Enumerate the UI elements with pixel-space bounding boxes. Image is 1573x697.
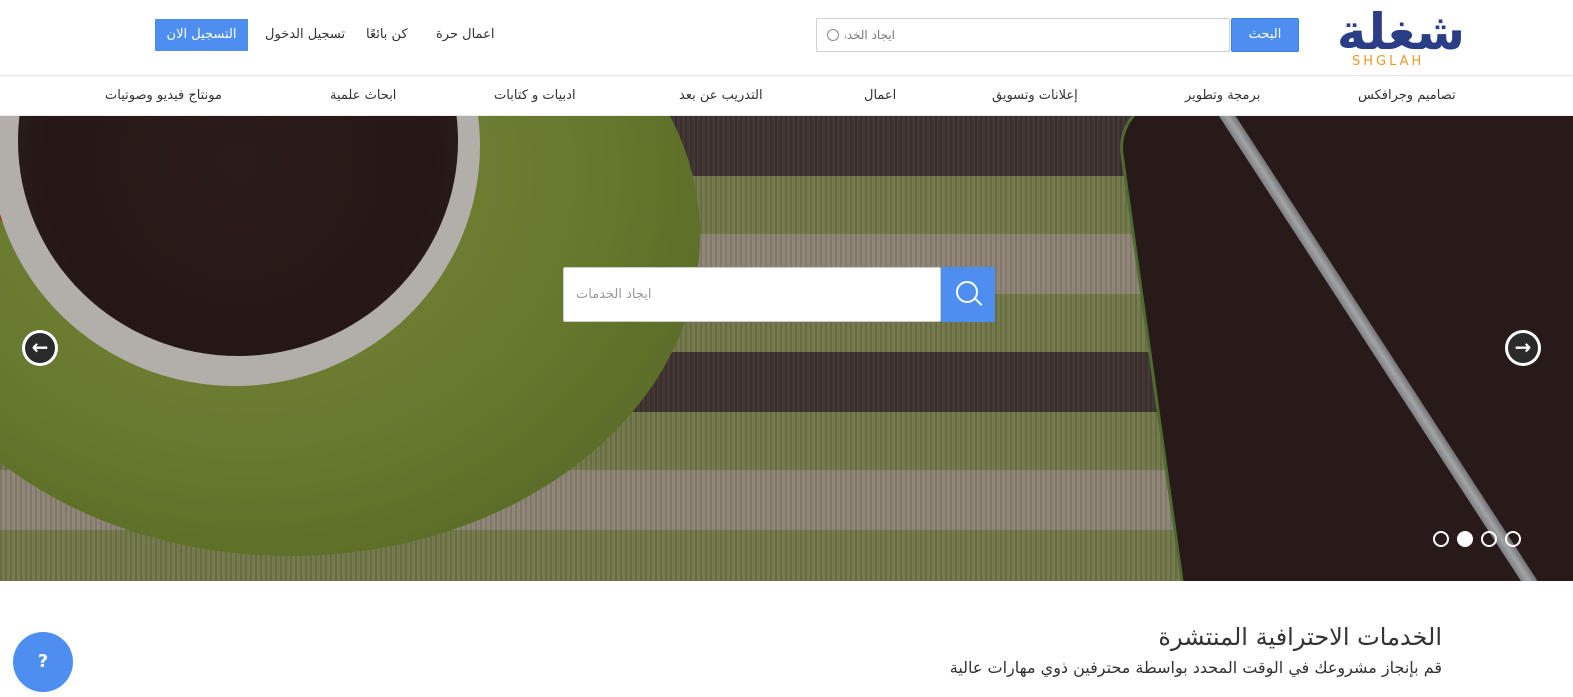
hero-carousel: ← → [0,116,1573,581]
logo-arabic-text: شغلة [1336,3,1467,61]
carousel-dot-3[interactable] [1481,531,1497,547]
register-button[interactable]: التسجيل الان [155,19,248,51]
top-header: شغلة SHGLAH البحث اعمال حرة كن بائعًا تس… [0,0,1573,76]
header-search-input[interactable] [845,19,1225,51]
arrow-right-circle-icon: → [1508,333,1538,363]
hero-search-input[interactable] [564,268,940,321]
section-title: الخدمات الاحترافية المنتشرة [1158,623,1442,651]
category-video-audio[interactable]: مونتاج فيديو وصوتيات [105,88,222,103]
carousel-prev-button[interactable]: ← [22,330,58,366]
carousel-dot-4[interactable] [1505,531,1521,547]
search-icon-handle [974,298,983,306]
category-nav: تصاميم وجرافكس برمجة وتطوير إعلانات وتسو… [0,76,1573,116]
header-search-field [816,18,1230,52]
site-logo[interactable]: شغلة SHGLAH [1330,3,1467,72]
category-graphics[interactable]: تصاميم وجرافكس [1358,88,1456,103]
carousel-dot-2[interactable] [1457,531,1473,547]
category-marketing[interactable]: إعلانات وتسويق [992,88,1078,103]
category-writing[interactable]: ادبيات و كتابات [494,88,576,103]
hero-overlay [0,116,1573,581]
category-programming[interactable]: برمجة وتطوير [1185,88,1260,103]
carousel-next-button[interactable]: → [1505,330,1541,366]
hero-search-button[interactable] [941,267,995,322]
hero-search [563,267,995,322]
arrow-left-circle-icon: ← [25,333,55,363]
carousel-dot-1[interactable] [1433,531,1449,547]
become-seller-link[interactable]: كن بائعًا [366,27,408,42]
header-search-button[interactable]: البحث [1231,18,1299,52]
hero-search-field [563,267,941,322]
category-business[interactable]: اعمال [864,88,896,103]
help-button[interactable]: ? [13,632,73,692]
category-research[interactable]: ابحاث علمية [330,88,396,103]
category-remote-training[interactable]: التدريب عن بعد [679,88,763,103]
section-subtitle: قم بإنجاز مشروعك في الوقت المحدد بواسطة … [949,658,1442,677]
login-link[interactable]: تسجيل الدخول [265,27,345,42]
logo-english-text: SHGLAH [1352,54,1425,69]
freelance-link[interactable]: اعمال حرة [436,27,494,42]
search-icon [827,29,839,41]
